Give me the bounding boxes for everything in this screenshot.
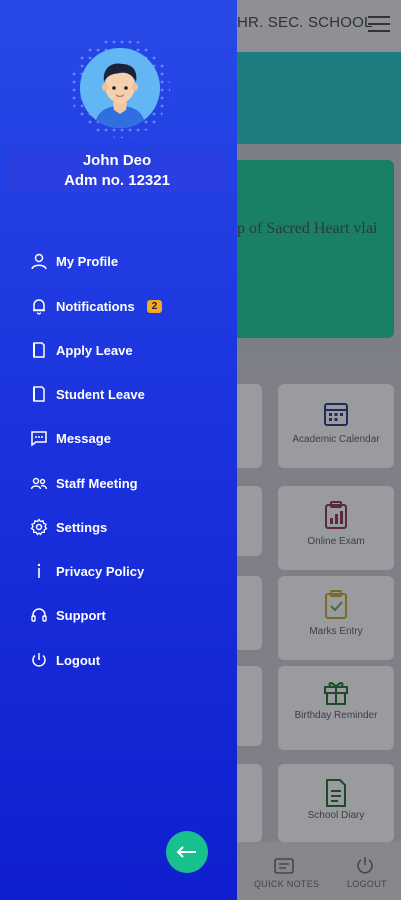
tile-label: Academic Calendar — [292, 434, 380, 445]
user-avatar-icon — [80, 48, 160, 128]
tile-academic-calendar[interactable]: Academic Calendar — [278, 384, 394, 468]
tile-label: School Diary — [307, 810, 365, 821]
menu-item-logout[interactable]: Logout — [30, 648, 100, 672]
bell-icon — [33, 299, 45, 315]
menu-label: Student Leave — [56, 386, 145, 402]
tile-birthday-reminder[interactable]: Birthday Reminder — [278, 666, 394, 750]
user-info-box: John Deo Adm no. 12321 — [8, 150, 226, 192]
menu-label: Logout — [56, 652, 101, 668]
exam-clipboard-icon — [325, 501, 347, 529]
menu-label: Notifications — [56, 298, 135, 314]
gear-icon — [30, 518, 48, 536]
notification-count-badge: 2 — [146, 299, 163, 313]
menu-item-student-leave[interactable]: Student Leave — [30, 382, 145, 406]
diary-icon — [326, 779, 346, 807]
tile-school-diary[interactable]: School Diary — [278, 764, 394, 842]
menu-item-apply-leave[interactable]: Apply Leave — [30, 338, 133, 362]
menu-item-staff-meeting[interactable]: Staff Meeting — [30, 471, 138, 495]
arrow-left-icon — [176, 846, 196, 858]
menu-label: Message — [56, 430, 111, 446]
avatar[interactable] — [80, 48, 160, 128]
menu-label: Staff Meeting — [56, 475, 138, 491]
menu-label: Apply Leave — [56, 342, 133, 358]
marks-entry-icon — [325, 590, 347, 619]
navigation-drawer: John Deo Adm no. 12321 My Profile Notifi… — [0, 0, 237, 900]
power-icon[interactable] — [356, 856, 374, 874]
calendar-icon — [324, 403, 348, 426]
menu-label: Privacy Policy — [56, 563, 145, 579]
tile-label: Online Exam — [307, 536, 365, 547]
info-icon — [37, 563, 41, 578]
quick-notes-label[interactable]: QUICK NOTES — [254, 879, 319, 889]
tile-label: Marks Entry — [309, 626, 363, 637]
gift-icon — [324, 682, 348, 705]
menu-item-privacy-policy[interactable]: Privacy Policy — [30, 559, 144, 583]
tile-marks-entry[interactable]: Marks Entry — [278, 576, 394, 660]
welcome-card-text: p of Sacred Heart vlai — [237, 220, 378, 237]
logout-label[interactable]: LOGOUT — [347, 879, 387, 889]
tile-online-exam[interactable]: Online Exam — [278, 486, 394, 570]
user-icon — [31, 253, 47, 270]
power-icon — [32, 653, 46, 667]
menu-label: Settings — [56, 519, 108, 535]
school-title: HR. SEC. SCHOOL — [237, 14, 373, 31]
menu-label: Support — [56, 607, 106, 623]
admission-number: Adm no. 12321 — [64, 172, 170, 189]
message-icon — [31, 431, 47, 447]
close-drawer-button[interactable] — [166, 831, 208, 873]
hamburger-menu-icon[interactable] — [368, 16, 390, 32]
notes-icon[interactable] — [274, 858, 294, 874]
menu-item-notifications[interactable]: Notifications 2 — [30, 294, 163, 318]
menu-item-message[interactable]: Message — [30, 426, 111, 450]
menu-label: My Profile — [56, 253, 119, 269]
document-icon — [33, 342, 45, 358]
document-icon — [33, 386, 45, 402]
headset-icon — [31, 608, 47, 622]
menu-item-settings[interactable]: Settings — [30, 515, 107, 539]
user-name: John Deo — [82, 152, 152, 169]
group-icon — [30, 477, 48, 490]
menu-item-my-profile[interactable]: My Profile — [30, 249, 118, 273]
tile-label: Birthday Reminder — [294, 710, 378, 721]
menu-item-support[interactable]: Support — [30, 603, 106, 627]
